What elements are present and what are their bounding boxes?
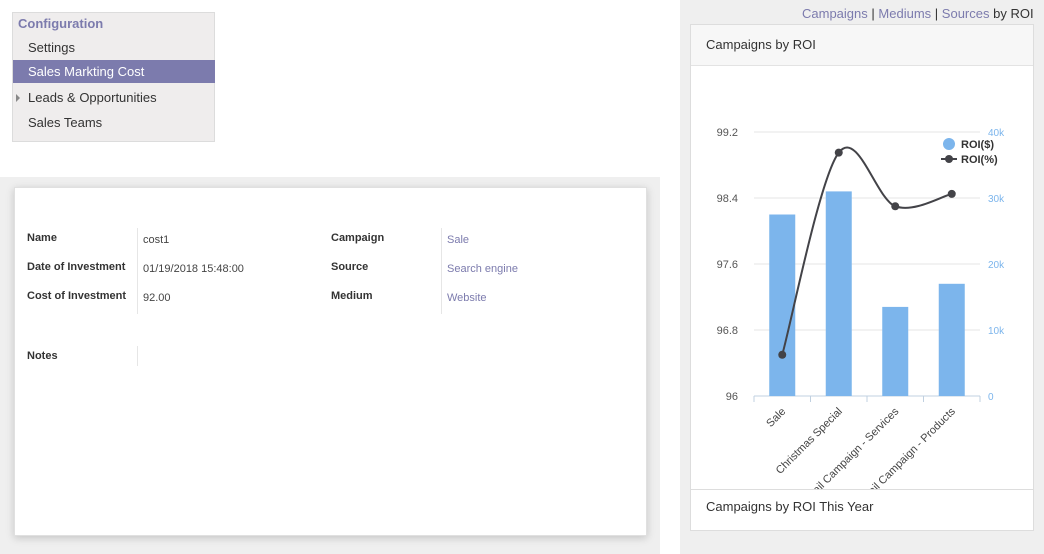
campaigns-link[interactable]: Campaigns xyxy=(802,6,868,21)
field-separator xyxy=(137,346,138,366)
campaign-link[interactable]: Sale xyxy=(447,234,469,246)
campaign-label: Campaign xyxy=(331,232,385,244)
date-of-investment-label: Date of Investment xyxy=(27,261,126,273)
right-axis-tick-label: 0 xyxy=(988,392,994,403)
field-separator xyxy=(137,228,138,314)
configuration-menu: Configuration Settings Sales Markting Co… xyxy=(12,12,215,142)
menu-item-sales-marketing-cost[interactable]: Sales Markting Cost xyxy=(13,60,215,83)
notes-label: Notes xyxy=(27,350,58,362)
roi-dollar-bar xyxy=(769,214,796,396)
box-title: Campaigns by ROI This Year xyxy=(706,499,874,514)
roi-dollar-bar xyxy=(882,306,909,396)
x-axis-tick-label: Sale xyxy=(764,406,788,430)
left-axis-tick-label: 97.6 xyxy=(717,259,738,271)
box-title: Campaigns by ROI xyxy=(691,25,1033,66)
title-separator: | xyxy=(934,6,939,21)
title-by-roi: by ROI xyxy=(993,6,1034,21)
legend-symbol-roi-percent-marker xyxy=(945,155,953,163)
x-axis-tick-label: Email Campaign - Products xyxy=(855,405,959,490)
sources-link[interactable]: Sources xyxy=(942,6,990,21)
menu-header: Configuration xyxy=(18,16,104,31)
legend-label-roi-percent: ROI(%) xyxy=(961,154,998,166)
roi-percent-point xyxy=(834,148,843,157)
cost-of-investment-label: Cost of Investment xyxy=(27,290,127,302)
menu-item-label: Leads & Opportunities xyxy=(28,90,157,105)
right-axis-tick-label: 40k xyxy=(988,128,1005,139)
medium-label: Medium xyxy=(331,290,373,302)
right-axis-tick-label: 30k xyxy=(988,194,1005,205)
menu-item-sales-teams[interactable]: Sales Teams xyxy=(13,111,215,134)
roi-dollar-bar xyxy=(938,283,965,396)
name-value[interactable]: cost1 xyxy=(143,234,169,246)
legend-label-roi-dollar: ROI($) xyxy=(961,139,994,151)
source-link[interactable]: Search engine xyxy=(447,263,518,275)
right-axis-tick-label: 20k xyxy=(988,260,1005,271)
roi-dollar-bar xyxy=(825,191,852,396)
left-axis-tick-label: 96.8 xyxy=(717,325,738,337)
left-axis-tick-label: 96 xyxy=(726,391,738,403)
roi-chart: 9696.897.698.499.2010k20k30k40kSaleChris… xyxy=(717,127,1006,490)
mediums-link[interactable]: Mediums xyxy=(878,6,931,21)
roi-percent-point xyxy=(778,350,787,359)
campaigns-by-roi-this-year-box: Campaigns by ROI This Year xyxy=(690,489,1034,531)
left-axis-tick-label: 99.2 xyxy=(717,127,738,139)
name-label: Name xyxy=(27,232,57,244)
medium-link[interactable]: Website xyxy=(447,292,487,304)
roi-percent-line xyxy=(781,146,953,356)
roi-percent-point xyxy=(891,202,900,211)
report-title: Campaigns | Mediums | Sources by ROI xyxy=(802,6,1034,21)
legend-symbol-roi-dollar xyxy=(943,138,955,150)
form-sheet: Name cost1 Date of Investment 01/19/2018… xyxy=(14,187,647,536)
campaigns-by-roi-box: Campaigns by ROI 96 96.8 97.6 98.4 99.2 0 10k 2… xyxy=(690,24,1034,490)
field-separator xyxy=(441,228,442,314)
left-axis-tick-label: 98.4 xyxy=(717,193,738,205)
caret-right-icon xyxy=(16,94,20,102)
title-separator: | xyxy=(871,6,875,21)
source-label: Source xyxy=(331,261,369,273)
date-of-investment-value[interactable]: 01/19/2018 15:48:00 xyxy=(143,263,244,275)
cost-of-investment-value[interactable]: 92.00 xyxy=(143,292,171,304)
menu-item-settings[interactable]: Settings xyxy=(13,36,215,59)
right-axis-tick-label: 10k xyxy=(988,326,1005,337)
roi-percent-point xyxy=(947,189,956,198)
menu-item-leads-opportunities[interactable]: Leads & Opportunities xyxy=(13,86,215,109)
